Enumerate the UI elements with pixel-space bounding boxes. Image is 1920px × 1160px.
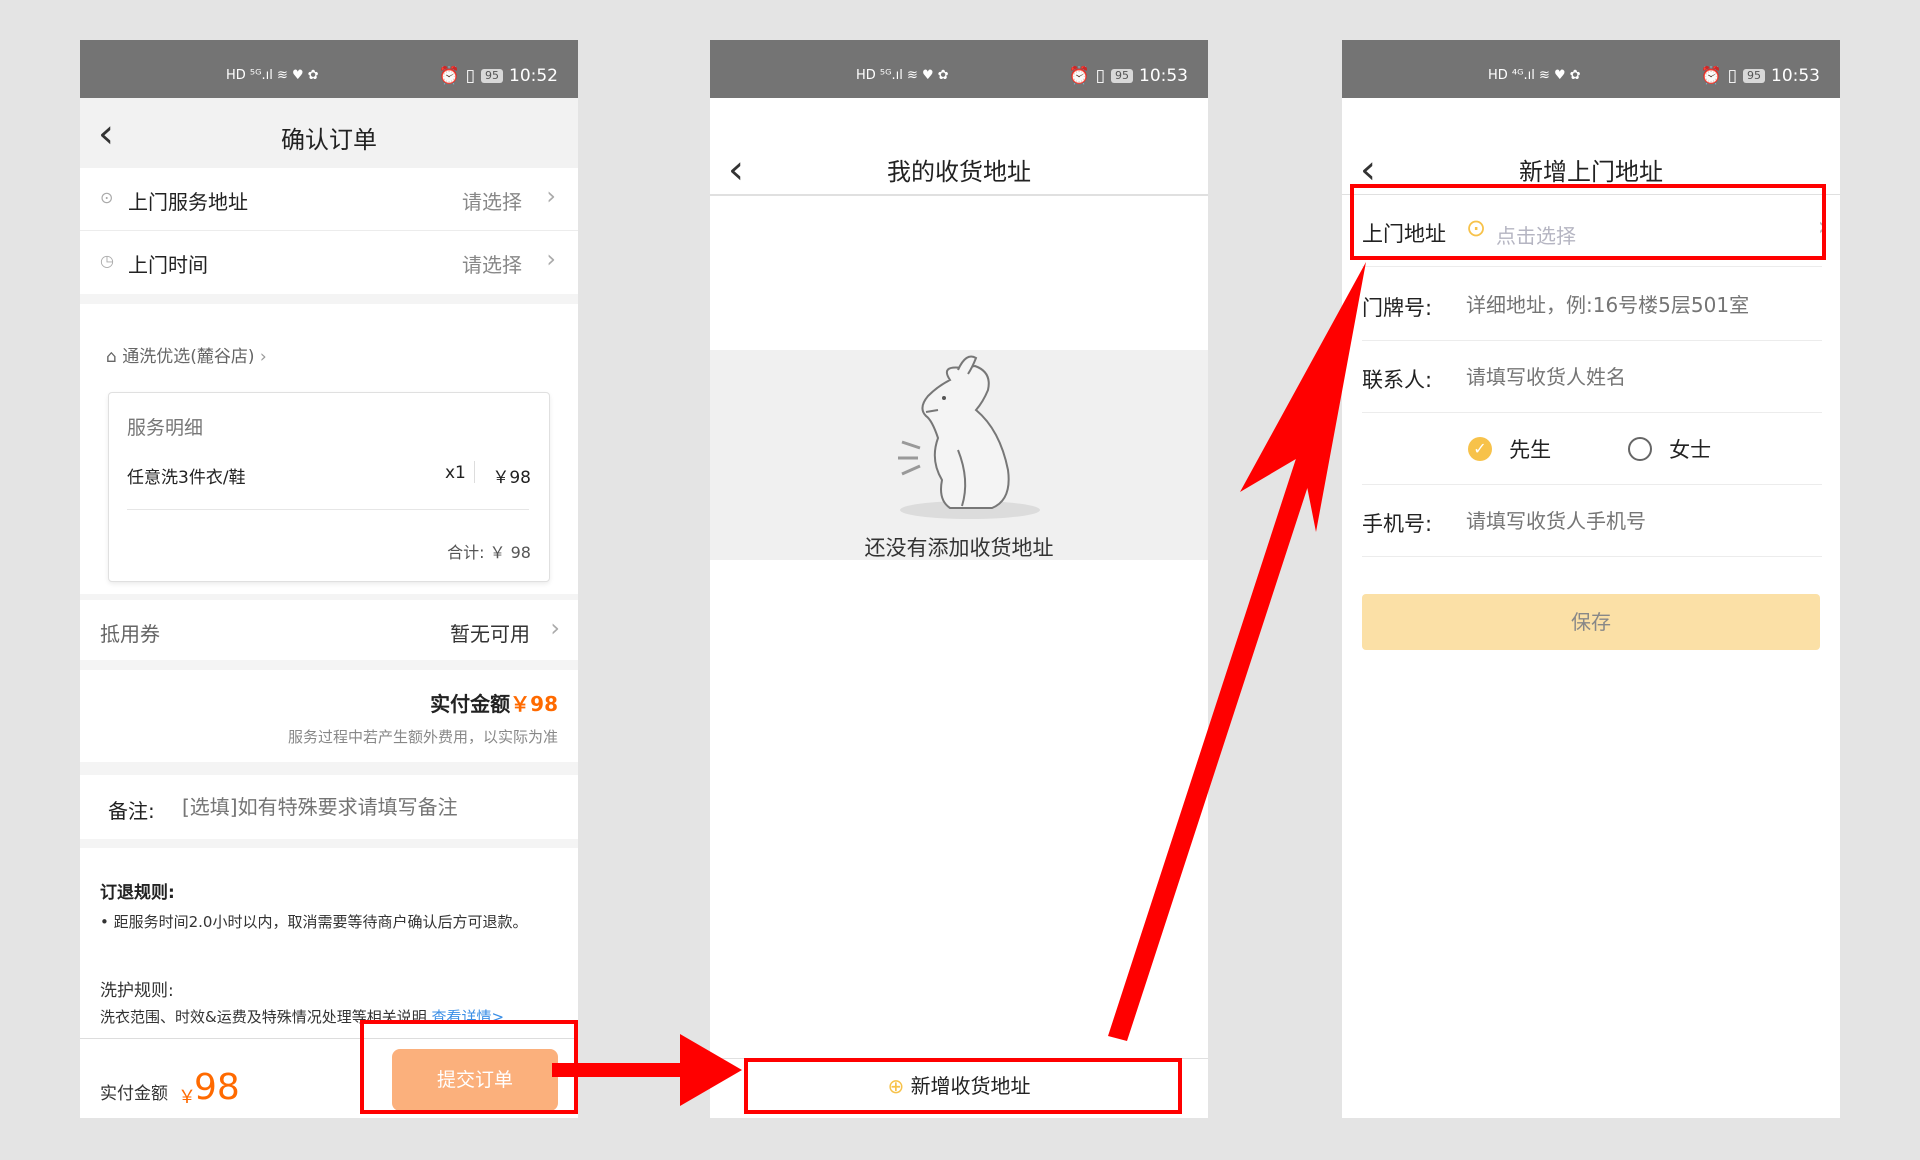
- gender-row: ✓ 先生 女士: [1362, 414, 1822, 485]
- store-icon: ⌂: [106, 347, 117, 367]
- checked-radio-icon: ✓: [1468, 437, 1492, 461]
- status-bar: HD ⁵ᴳ.ıl ≋ ♥ ✿ ⏰ ▯ 95 10:52: [80, 40, 578, 98]
- vibrate-icon: ▯: [1727, 66, 1737, 86]
- contact-label: 联系人:: [1362, 368, 1433, 392]
- bottom-pay-label: 实付金额: [100, 1084, 168, 1104]
- header-divider: [710, 194, 1208, 196]
- alarm-icon: ⏰: [1700, 66, 1722, 86]
- phone-number-input[interactable]: [1464, 502, 1818, 540]
- phone-label: 手机号:: [1362, 512, 1433, 536]
- alarm-icon: ⏰: [438, 66, 460, 86]
- status-bar: HD ⁵ᴳ.ıl ≋ ♥ ✿ ⏰ ▯ 95 10:53: [710, 40, 1208, 98]
- status-icons: HD ⁴ᴳ.ıl ≋ ♥ ✿: [1488, 68, 1581, 83]
- screen-address-list: HD ⁵ᴳ.ıl ≋ ♥ ✿ ⏰ ▯ 95 10:53 ‹ 我的收货地址 还没有…: [710, 40, 1208, 1118]
- gender-female-label: 女士: [1669, 438, 1712, 462]
- item-qty: x1: [445, 463, 466, 483]
- empty-text: 还没有添加收货地址: [864, 536, 1054, 560]
- chevron-right-icon: ›: [546, 182, 556, 210]
- address-value: 请选择: [462, 190, 522, 214]
- item-name: 任意洗3件衣/鞋: [127, 468, 246, 488]
- annotation-box-add-address: [744, 1058, 1182, 1114]
- coupon-label: 抵用券: [100, 622, 160, 646]
- pay-note: 服务过程中若产生额外费用，以实际为准: [287, 728, 558, 746]
- battery-icon: 95: [481, 69, 503, 83]
- status-time: 10:53: [1139, 66, 1188, 86]
- save-button[interactable]: 保存: [1362, 594, 1820, 650]
- location-pin-icon: ⊙: [100, 188, 114, 207]
- status-bar: HD ⁴ᴳ.ıl ≋ ♥ ✿ ⏰ ▯ 95 10:53: [1342, 40, 1840, 98]
- annotation-box-address-picker: [1350, 184, 1826, 260]
- pay-amount: ￥98: [510, 692, 558, 716]
- chevron-right-icon: ›: [546, 245, 556, 273]
- door-label: 门牌号:: [1362, 296, 1433, 320]
- refund-text: • 距服务时间2.0小时以内，取消需要等待商户确认后方可退款。: [100, 913, 528, 931]
- gender-male-radio[interactable]: ✓ 先生: [1468, 434, 1551, 464]
- store-card: ⌂ 通洗优选(麓谷店) › 服务明细 任意洗3件衣/鞋 x1 ￥98 合计: ￥…: [80, 304, 578, 594]
- remark-input[interactable]: [180, 789, 554, 825]
- qty-divider: [474, 461, 475, 483]
- chevron-right-icon: ›: [259, 347, 267, 367]
- time-label: 上门时间: [128, 253, 208, 277]
- remark-label: 备注:: [108, 799, 155, 823]
- annotation-box-submit: [360, 1020, 578, 1114]
- address-label: 上门服务地址: [128, 190, 248, 214]
- detail-title: 服务明细: [127, 417, 204, 439]
- subtotal: 合计: ￥ 98: [447, 543, 531, 562]
- vibrate-icon: ▯: [465, 66, 475, 86]
- battery-icon: 95: [1743, 69, 1765, 83]
- item-price: ￥98: [492, 468, 531, 488]
- clock-icon: ◷: [100, 251, 114, 270]
- refund-title: 订退规则:: [100, 883, 175, 903]
- page-title: 新增上门地址: [1519, 158, 1663, 186]
- service-detail-box: 服务明细 任意洗3件衣/鞋 x1 ￥98 合计: ￥ 98: [108, 392, 550, 582]
- sad-dog-icon: [898, 355, 1040, 519]
- status-time: 10:52: [509, 66, 558, 86]
- wash-title: 洗护规则:: [100, 981, 174, 1001]
- detail-divider: [127, 509, 529, 510]
- address-row[interactable]: ⊙ 上门服务地址 请选择 ›: [80, 168, 578, 231]
- store-name: 通洗优选(麓谷店): [122, 347, 255, 367]
- pay-label: 实付金额: [430, 692, 511, 716]
- battery-icon: 95: [1111, 69, 1133, 83]
- time-value: 请选择: [462, 253, 522, 277]
- save-label: 保存: [1571, 610, 1611, 634]
- vibrate-icon: ▯: [1095, 66, 1105, 86]
- door-number-row: 门牌号:: [1362, 270, 1822, 341]
- page-title: 我的收货地址: [887, 158, 1031, 186]
- payment-summary: 实付金额￥98 服务过程中若产生额外费用，以实际为准: [80, 670, 578, 762]
- phone-row: 手机号:: [1362, 486, 1822, 557]
- coupon-row[interactable]: 抵用券 暂无可用 ›: [80, 600, 578, 660]
- store-link[interactable]: ⌂ 通洗优选(麓谷店) ›: [106, 342, 267, 367]
- time-row[interactable]: ◷ 上门时间 请选择 ›: [80, 231, 578, 293]
- door-number-input[interactable]: [1464, 286, 1818, 324]
- screen-confirm-order: HD ⁵ᴳ.ıl ≋ ♥ ✿ ⏰ ▯ 95 10:52 ‹ 确认订单 ⊙ 上门服…: [80, 40, 578, 1118]
- gender-male-label: 先生: [1509, 438, 1552, 462]
- page-title: 确认订单: [281, 126, 377, 154]
- contact-row: 联系人:: [1362, 342, 1822, 413]
- alarm-icon: ⏰: [1068, 66, 1090, 86]
- coupon-value: 暂无可用: [450, 622, 530, 646]
- empty-state: 还没有添加收货地址: [710, 350, 1208, 560]
- bottom-amount: 98: [194, 1067, 240, 1108]
- service-card: ⊙ 上门服务地址 请选择 › ◷ 上门时间 请选择 ›: [80, 168, 578, 294]
- radio-unchecked-icon: [1628, 437, 1652, 461]
- contact-name-input[interactable]: [1464, 358, 1818, 396]
- status-icons: HD ⁵ᴳ.ıl ≋ ♥ ✿: [226, 68, 319, 83]
- status-icons: HD ⁵ᴳ.ıl ≋ ♥ ✿: [856, 68, 949, 83]
- remark-row: 备注:: [80, 775, 578, 839]
- gender-female-radio[interactable]: 女士: [1628, 434, 1711, 464]
- chevron-right-icon: ›: [550, 614, 560, 642]
- status-time: 10:53: [1771, 66, 1820, 86]
